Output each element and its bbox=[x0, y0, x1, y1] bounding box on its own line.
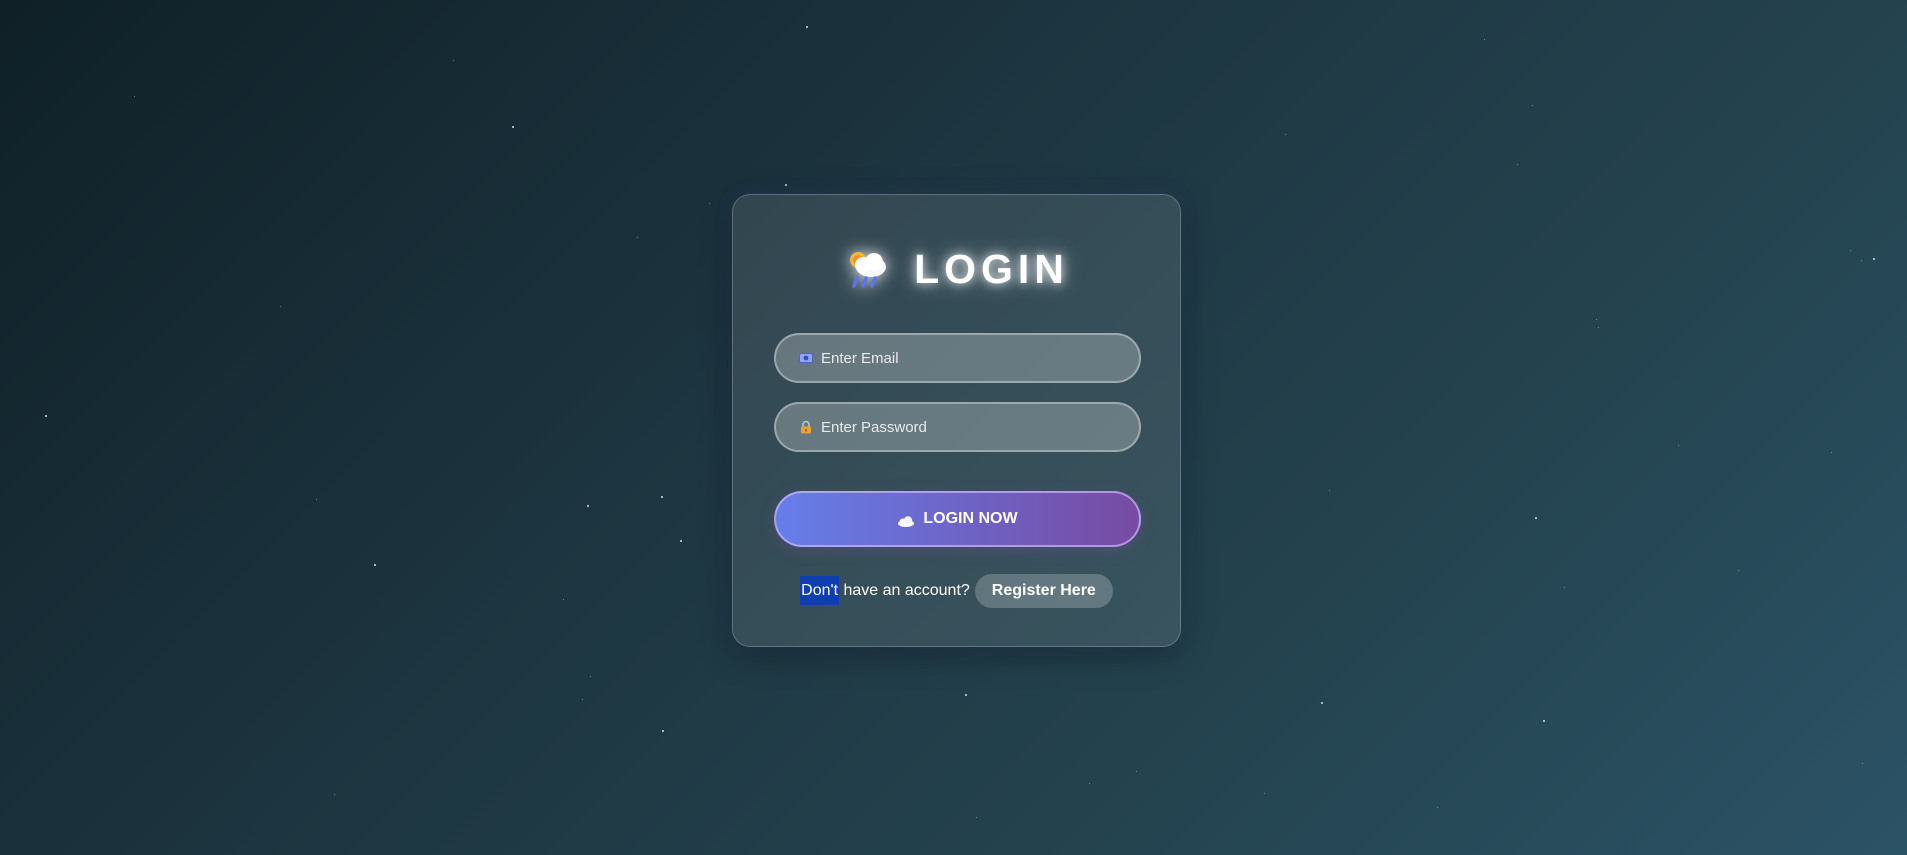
star bbox=[512, 126, 514, 128]
star bbox=[1738, 570, 1739, 571]
star bbox=[1484, 39, 1485, 40]
star bbox=[637, 237, 638, 238]
lock-icon bbox=[799, 420, 813, 434]
register-prompt-text: Don't have an account? bbox=[800, 576, 970, 605]
star bbox=[563, 599, 564, 600]
selected-text: Don't bbox=[800, 576, 840, 605]
star bbox=[1678, 445, 1679, 446]
star bbox=[1329, 490, 1330, 491]
star bbox=[1285, 134, 1286, 135]
star bbox=[1543, 720, 1545, 722]
star bbox=[1535, 517, 1537, 519]
star bbox=[1861, 260, 1862, 261]
star bbox=[1136, 771, 1137, 772]
star bbox=[374, 564, 376, 566]
star bbox=[1564, 587, 1565, 588]
star bbox=[1850, 250, 1851, 251]
star bbox=[1089, 783, 1090, 784]
star bbox=[1862, 763, 1863, 764]
star bbox=[134, 96, 135, 97]
password-input[interactable] bbox=[821, 418, 1121, 436]
password-field[interactable] bbox=[774, 402, 1141, 452]
star bbox=[1264, 793, 1265, 794]
star bbox=[453, 60, 454, 61]
star bbox=[1517, 164, 1518, 165]
star bbox=[785, 184, 787, 186]
star bbox=[1321, 702, 1323, 704]
login-header: LOGIN bbox=[733, 245, 1180, 292]
star bbox=[965, 694, 967, 696]
star bbox=[582, 699, 583, 700]
email-input[interactable] bbox=[821, 349, 1121, 367]
register-prompt: Don't have an account? Register Here bbox=[733, 574, 1180, 608]
star bbox=[976, 817, 977, 818]
star bbox=[1437, 807, 1438, 808]
star bbox=[1596, 319, 1597, 320]
register-button[interactable]: Register Here bbox=[974, 574, 1113, 608]
star bbox=[280, 306, 281, 307]
login-button-label: LOGIN NOW bbox=[923, 510, 1018, 527]
id-card-icon bbox=[799, 351, 813, 365]
page-title: LOGIN bbox=[914, 245, 1069, 292]
star bbox=[1831, 452, 1832, 453]
register-prompt-rest: have an account? bbox=[839, 582, 970, 599]
star bbox=[662, 730, 664, 732]
login-card: LOGIN LOGIN NOW bbox=[732, 194, 1181, 647]
star bbox=[806, 26, 808, 28]
star bbox=[334, 794, 335, 795]
login-button[interactable]: LOGIN NOW bbox=[774, 491, 1141, 547]
star bbox=[590, 676, 591, 677]
email-field[interactable] bbox=[774, 333, 1141, 383]
star bbox=[45, 415, 47, 417]
star bbox=[1873, 258, 1875, 260]
cloud-sun-rain-icon bbox=[844, 247, 892, 291]
star bbox=[1532, 105, 1533, 106]
star bbox=[587, 505, 589, 507]
star bbox=[709, 203, 710, 204]
star bbox=[1598, 327, 1599, 328]
star bbox=[680, 540, 682, 542]
star bbox=[316, 499, 317, 500]
star bbox=[661, 496, 663, 498]
cloud-icon bbox=[897, 514, 915, 527]
